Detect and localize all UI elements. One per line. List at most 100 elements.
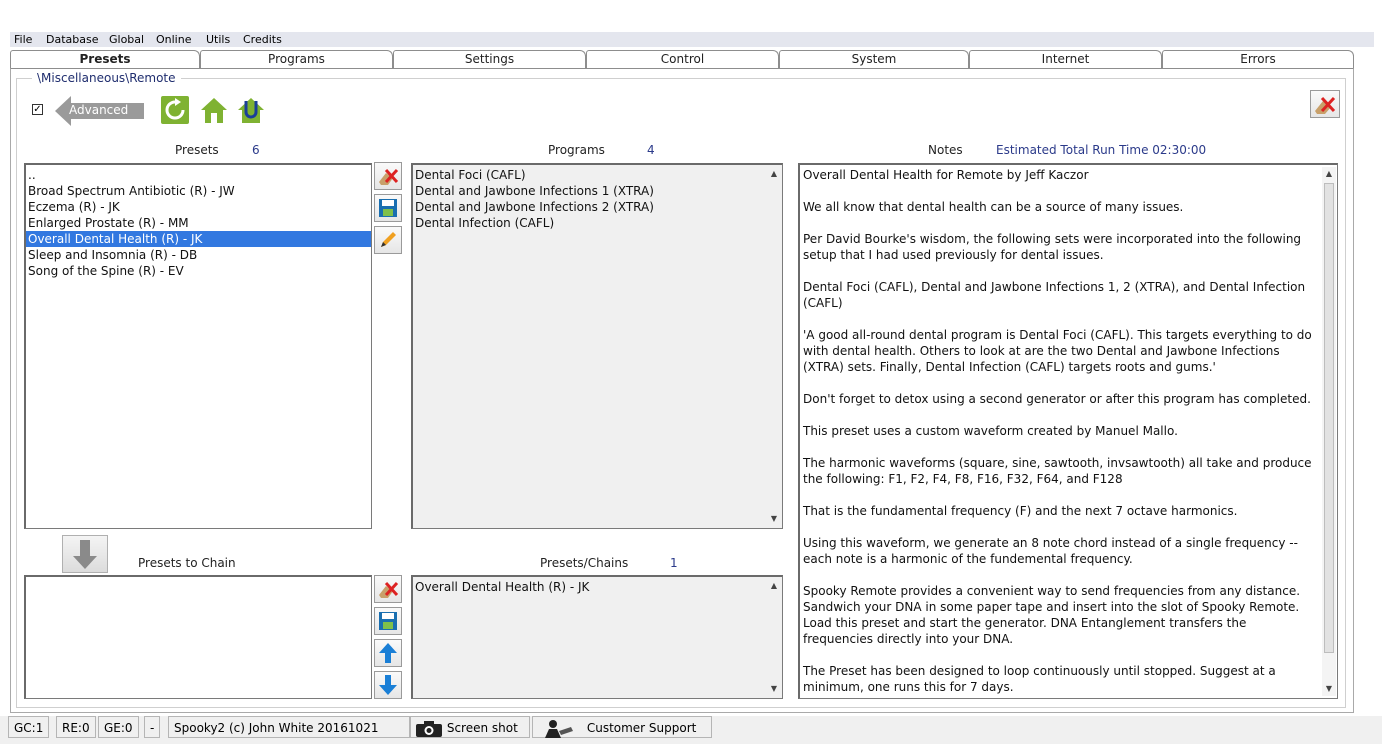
camera-icon (416, 720, 442, 737)
list-item[interactable]: Dental Infection (CAFL) (413, 215, 782, 231)
eraser-icon (379, 581, 399, 598)
eraser-icon (379, 168, 399, 185)
notes-paragraph: The harmonic waveforms (square, sine, sa… (803, 456, 1312, 486)
chains-scrollbar[interactable]: ▲ ▼ (767, 579, 781, 696)
notes-paragraph: 'A good all-round dental program is Dent… (803, 328, 1312, 374)
notes-content: Overall Dental Health for Remote by Jeff… (800, 165, 1337, 695)
presets-count: 6 (252, 143, 260, 157)
notes-paragraph: Dental Foci (CAFL), Dental and Jawbone I… (803, 280, 1306, 310)
scroll-down-arrow-icon[interactable]: ▼ (1322, 682, 1336, 696)
programs-header: Programs (548, 143, 605, 157)
edit-preset-button[interactable] (374, 226, 402, 254)
status-credit: Spooky2 (c) John White 20161021 (168, 716, 410, 738)
notes-paragraph: Don't forget to detox using a second gen… (803, 392, 1311, 406)
tab-internet[interactable]: Internet (969, 50, 1162, 68)
home-button[interactable] (199, 96, 229, 124)
notes-paragraph: That is the fundamental frequency (F) an… (803, 504, 1238, 518)
refresh-button[interactable] (161, 96, 189, 124)
menu-global[interactable]: Global (109, 33, 144, 46)
home-icon (201, 98, 227, 123)
menu-bar: File Database Global Online Utils Credit… (10, 32, 1374, 47)
save-icon (379, 199, 397, 217)
list-item[interactable]: Eczema (R) - JK (26, 199, 371, 215)
presets-to-chain-header: Presets to Chain (138, 556, 236, 570)
presets-header: Presets (175, 143, 219, 157)
refresh-icon (165, 98, 185, 120)
clear-chain-button[interactable] (374, 575, 402, 603)
add-to-chain-button[interactable] (62, 535, 108, 573)
list-item[interactable]: Song of the Spine (R) - EV (26, 263, 371, 279)
list-item[interactable]: Dental and Jawbone Infections 2 (XTRA) (413, 199, 782, 215)
menu-online[interactable]: Online (156, 33, 191, 46)
list-item[interactable]: Dental and Jawbone Infections 1 (XTRA) (413, 183, 782, 199)
programs-count: 4 (647, 143, 655, 157)
status-dash: - (144, 716, 161, 738)
delete-preset-button[interactable] (374, 162, 402, 190)
scroll-up-arrow-icon[interactable]: ▲ (767, 167, 781, 181)
presets-chains-list[interactable]: Overall Dental Health (R) - JK ▲ ▼ (411, 575, 783, 699)
presets-list[interactable]: .. Broad Spectrum Antibiotic (R) - JW Ec… (24, 163, 372, 529)
list-item[interactable]: Dental Foci (CAFL) (413, 167, 782, 183)
screenshot-button[interactable]: Screen shot (410, 716, 530, 738)
notes-scrollbar[interactable]: ▲ ▼ (1322, 167, 1336, 696)
list-item[interactable]: Enlarged Prostate (R) - MM (26, 215, 371, 231)
programs-scrollbar[interactable]: ▲ ▼ (767, 167, 781, 526)
runtime-label: Estimated Total Run Time 02:30:00 (996, 143, 1207, 157)
tab-system[interactable]: System (779, 50, 969, 68)
tab-errors[interactable]: Errors (1162, 50, 1354, 68)
list-item[interactable]: .. (26, 167, 371, 183)
status-gc: GC:1 (8, 716, 50, 738)
user-home-icon (238, 98, 264, 123)
notes-header: Notes (928, 143, 963, 157)
customer-support-label: Customer Support (586, 721, 697, 735)
support-person-icon (545, 719, 573, 738)
menu-file[interactable]: File (14, 33, 32, 46)
pencil-icon (381, 232, 396, 247)
presets-chains-count: 1 (670, 556, 678, 570)
notes-box[interactable]: Overall Dental Health for Remote by Jeff… (798, 163, 1338, 699)
up-arrow-icon (379, 643, 397, 663)
move-down-button[interactable] (374, 671, 402, 699)
eraser-icon (1315, 96, 1336, 114)
breadcrumb: \Miscellaneous\Remote (32, 71, 181, 85)
scroll-down-arrow-icon[interactable]: ▼ (767, 512, 781, 526)
presets-chains-header: Presets/Chains (540, 556, 629, 570)
down-arrow-icon (379, 675, 397, 695)
menu-credits[interactable]: Credits (243, 33, 282, 46)
scroll-down-arrow-icon[interactable]: ▼ (767, 682, 781, 696)
notes-paragraph: Per David Bourke's wisdom, the following… (803, 232, 1302, 262)
advanced-button[interactable]: Advanced (55, 96, 145, 126)
scroll-up-arrow-icon[interactable]: ▲ (1322, 167, 1336, 181)
status-ge: GE:0 (98, 716, 139, 738)
advanced-label: Advanced (69, 103, 129, 117)
list-item[interactable]: Broad Spectrum Antibiotic (R) - JW (26, 183, 371, 199)
list-item-selected[interactable]: Overall Dental Health (R) - JK (26, 231, 371, 247)
move-up-button[interactable] (374, 639, 402, 667)
customer-support-button[interactable]: Customer Support (532, 716, 712, 738)
scroll-up-arrow-icon[interactable]: ▲ (767, 579, 781, 593)
advanced-checkbox[interactable]: ✓ (32, 104, 43, 115)
screenshot-label: Screen shot (446, 721, 518, 735)
notes-paragraph: The Preset has been designed to loop con… (803, 664, 1276, 694)
down-arrow-icon (73, 540, 97, 569)
save-preset-button[interactable] (374, 194, 402, 222)
notes-paragraph: Overall Dental Health for Remote by Jeff… (803, 168, 1089, 182)
tab-control[interactable]: Control (586, 50, 779, 68)
list-item[interactable]: Overall Dental Health (R) - JK (413, 579, 782, 595)
scroll-thumb[interactable] (1324, 183, 1334, 653)
user-home-button[interactable] (236, 96, 266, 124)
list-item[interactable]: Sleep and Insomnia (R) - DB (26, 247, 371, 263)
notes-paragraph: We all know that dental health can be a … (803, 200, 1184, 214)
notes-paragraph: This preset uses a custom waveform creat… (803, 424, 1178, 438)
tab-programs[interactable]: Programs (200, 50, 393, 68)
tab-presets[interactable]: Presets (10, 50, 200, 68)
menu-utils[interactable]: Utils (206, 33, 230, 46)
menu-database[interactable]: Database (46, 33, 99, 46)
save-icon (379, 612, 397, 630)
save-chain-button[interactable] (374, 607, 402, 635)
clear-all-button[interactable] (1310, 90, 1340, 118)
programs-list[interactable]: Dental Foci (CAFL) Dental and Jawbone In… (411, 163, 783, 529)
presets-to-chain-list[interactable] (24, 575, 372, 699)
tab-settings[interactable]: Settings (393, 50, 586, 68)
notes-paragraph: Spooky Remote provides a convenient way … (803, 584, 1301, 646)
